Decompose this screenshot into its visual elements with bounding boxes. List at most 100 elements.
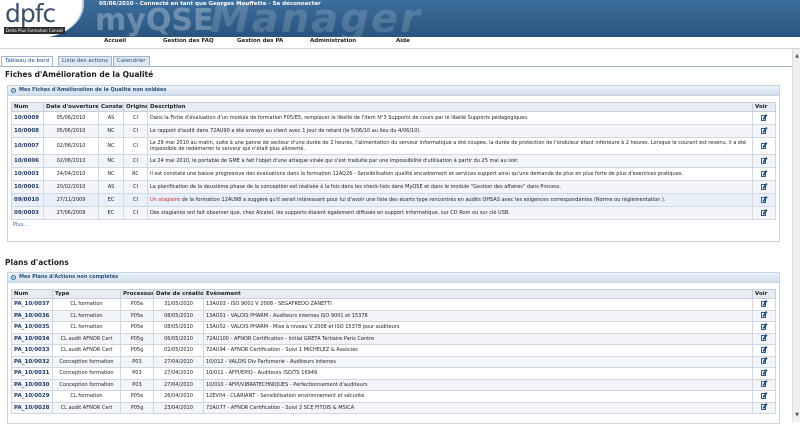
fiche-num[interactable]: 10/0009 [11, 111, 44, 125]
edit-icon[interactable] [760, 345, 768, 353]
table-row: PA_10/0033 CL audit AFNOR Cert P05g 02/05/2… [11, 344, 776, 357]
col-num[interactable]: Num [11, 289, 53, 299]
vertical-scrollbar[interactable]: ▲ ▼ [792, 49, 800, 422]
voir-button[interactable] [752, 355, 776, 368]
fiches-title: Fiches d'Amélioration de la Qualité [5, 70, 154, 79]
fiche-num[interactable]: 10/0008 [11, 124, 44, 138]
collapse-icon[interactable]: − [11, 275, 16, 280]
pa-num[interactable]: PA_10/0036 [11, 309, 53, 322]
col-origine[interactable]: Origine [123, 102, 148, 112]
voir-button[interactable] [752, 193, 776, 207]
menu-gestion-faq[interactable]: Gestion des FAQ [163, 38, 214, 44]
voir-button[interactable] [752, 137, 776, 155]
col-type[interactable]: Type [52, 289, 121, 299]
pa-num[interactable]: PA_10/0033 [11, 344, 53, 357]
pa-num[interactable]: PA_10/0031 [11, 367, 53, 380]
col-processus[interactable]: Processus [120, 289, 154, 299]
pa-num[interactable]: PA_10/0034 [11, 332, 53, 345]
session-info[interactable]: 05/06/2010 - Connecté en tant que George… [99, 1, 321, 7]
brand-name: myQSE [95, 3, 214, 37]
edit-icon[interactable] [760, 141, 768, 149]
voir-button[interactable] [752, 167, 776, 181]
collapse-icon[interactable]: − [11, 88, 16, 93]
pa-num[interactable]: PA_10/0028 [11, 401, 53, 414]
pa-num[interactable]: PA_10/0029 [11, 390, 53, 403]
voir-button[interactable] [752, 154, 776, 168]
col-date-creation[interactable]: Date de création [153, 289, 204, 299]
edit-icon[interactable] [760, 391, 768, 399]
fiche-date: 27/11/2009 [43, 193, 99, 207]
tab-calendrier[interactable]: Calendrier [113, 56, 150, 66]
pa-date: 31/05/2010 [153, 298, 204, 311]
voir-button[interactable] [752, 344, 776, 357]
voir-button[interactable] [752, 390, 776, 403]
col-constat[interactable]: Constat [98, 102, 124, 112]
voir-button[interactable] [752, 321, 776, 334]
edit-icon[interactable] [760, 208, 768, 216]
tab-liste-des-actions[interactable]: Liste des actions [58, 56, 113, 66]
fiche-num[interactable]: 10/0001 [11, 180, 44, 194]
fiche-date: 02/06/2010 [43, 137, 99, 155]
edit-icon[interactable] [760, 334, 768, 342]
voir-button[interactable] [752, 378, 776, 391]
edit-icon[interactable] [760, 357, 768, 365]
tab-tableau-de-bord[interactable]: Tableau de bord [1, 56, 53, 66]
edit-icon[interactable] [760, 311, 768, 319]
table-row: 10/0001 20/02/2010 AS CI La planificatio… [11, 180, 776, 194]
fiche-num[interactable]: 09/0003 [11, 206, 44, 220]
app-header: Manager myQSE 05/06/2010 - Connecté en t… [0, 0, 800, 37]
edit-icon[interactable] [760, 156, 768, 164]
fiche-num[interactable]: 10/0007 [11, 137, 44, 155]
fiche-num[interactable]: 10/0006 [11, 154, 44, 168]
pa-num[interactable]: PA_10/0032 [11, 355, 53, 368]
voir-button[interactable] [752, 401, 776, 414]
fiche-num[interactable]: 09/0010 [11, 193, 44, 207]
pa-evenement: 13AU03 - ISO 9001 V 2008 - SEGAFREDO ZAN… [203, 298, 753, 311]
fiches-panel-header[interactable]: − Mes Fiches d'Amélioration de la Qualit… [8, 86, 779, 96]
edit-icon[interactable] [760, 368, 768, 376]
fiche-origine: CI [123, 154, 148, 168]
fiche-num[interactable]: 10/0003 [11, 167, 44, 181]
scroll-up-icon[interactable]: ▲ [794, 53, 800, 59]
col-date-ouverture[interactable]: Date d'ouverture [43, 102, 99, 112]
col-num[interactable]: Num [11, 102, 44, 112]
voir-button[interactable] [752, 111, 776, 125]
menu-administration[interactable]: Administration [310, 38, 356, 44]
edit-icon[interactable] [760, 126, 768, 134]
voir-button[interactable] [752, 298, 776, 311]
edit-icon[interactable] [760, 113, 768, 121]
pa-date: 08/05/2010 [153, 309, 204, 322]
edit-icon[interactable] [760, 322, 768, 330]
pa-date: 26/04/2010 [153, 390, 204, 403]
pa-num[interactable]: PA_10/0030 [11, 378, 53, 391]
edit-icon[interactable] [760, 299, 768, 307]
edit-icon[interactable] [760, 169, 768, 177]
col-voir: Voir [752, 289, 776, 299]
pa-date: 02/05/2010 [153, 344, 204, 357]
col-description[interactable]: Description [147, 102, 753, 112]
scroll-down-icon[interactable]: ▼ [794, 412, 800, 418]
voir-button[interactable] [752, 180, 776, 194]
plans-panel-header[interactable]: − Mes Plans d'Actions non complétés [8, 273, 779, 283]
voir-button[interactable] [752, 309, 776, 322]
more-fiches-link[interactable]: Plus... [13, 222, 28, 228]
table-row: 10/0008 05/06/2010 NC CI Le rapport d'au… [11, 124, 776, 138]
edit-icon[interactable] [760, 403, 768, 411]
edit-icon[interactable] [760, 380, 768, 388]
menu-gestion-pa[interactable]: Gestion des PA [237, 38, 283, 44]
pa-num[interactable]: PA_10/0037 [11, 298, 53, 311]
voir-button[interactable] [752, 124, 776, 138]
pa-evenement: 12EV04 - CLARIANT - Sensibilisation envi… [203, 390, 753, 403]
edit-icon[interactable] [760, 195, 768, 203]
fiche-date: 05/06/2010 [43, 124, 99, 138]
voir-button[interactable] [752, 332, 776, 345]
edit-icon[interactable] [760, 182, 768, 190]
voir-button[interactable] [752, 206, 776, 220]
menu-aide[interactable]: Aide [396, 38, 410, 44]
col-evenement[interactable]: Evènement [203, 289, 753, 299]
menu-accueil[interactable]: Accueil [104, 38, 126, 44]
pa-processus: P03 [120, 378, 154, 391]
pa-num[interactable]: PA_10/0035 [11, 321, 53, 334]
voir-button[interactable] [752, 367, 776, 380]
fiche-constat: AS [98, 180, 124, 194]
